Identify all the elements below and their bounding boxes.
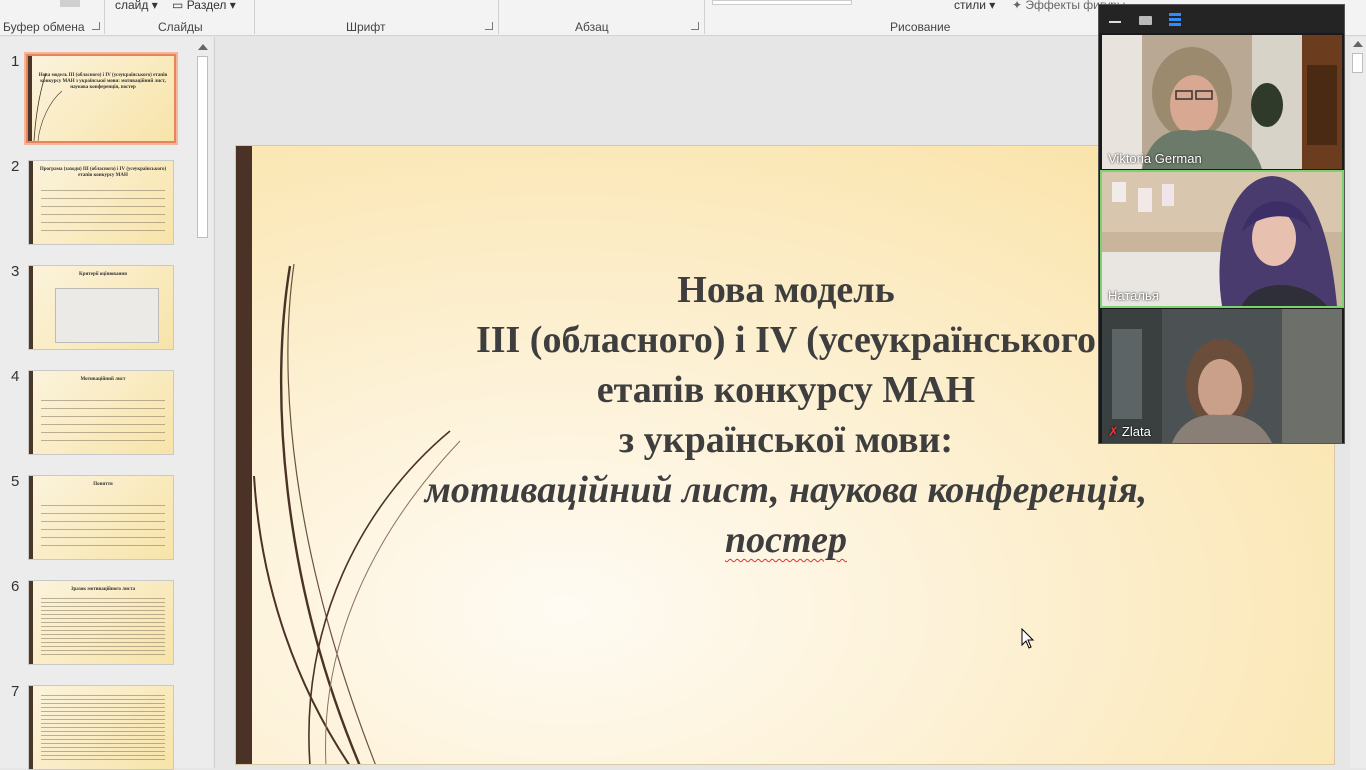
scrollbar-thumb[interactable] bbox=[197, 56, 208, 238]
slide-thumbnail-2[interactable]: Програма (заходи) ІІІ (обласного) і IV (… bbox=[28, 160, 174, 245]
scroll-up-icon[interactable] bbox=[1353, 41, 1363, 47]
slide-thumbnail-1[interactable]: Нова модель III (обласного) і IV (усеукр… bbox=[24, 52, 178, 145]
participant-name: Viktoria German bbox=[1108, 151, 1202, 166]
slide-subtitle-line-2: постер bbox=[356, 515, 1216, 565]
group-separator bbox=[498, 0, 499, 34]
participant-name-text: Zlata bbox=[1121, 424, 1151, 439]
thumbnail-bar bbox=[29, 266, 33, 349]
group-separator bbox=[104, 0, 105, 34]
spellcheck-word: постер bbox=[725, 519, 847, 561]
thumbnail-scrollbar[interactable] bbox=[195, 40, 211, 768]
participant-tile-1[interactable]: Viktoria German bbox=[1102, 35, 1342, 169]
ribbon-fragment bbox=[60, 0, 80, 7]
thumbnail-text-lines bbox=[41, 498, 165, 553]
thumbnail-bar bbox=[29, 686, 33, 769]
shapes-gallery[interactable] bbox=[712, 0, 852, 5]
thumbnail-text-lines bbox=[41, 393, 165, 448]
thumbnail-text-lines bbox=[41, 595, 165, 658]
group-separator bbox=[704, 0, 705, 34]
thumbnail-title: Мотиваційний лист bbox=[80, 377, 126, 382]
participant-tile-3[interactable]: ✗ Zlata bbox=[1102, 309, 1342, 443]
thumbnail-number: 5 bbox=[11, 473, 20, 490]
slide-thumbnail-4[interactable]: Мотиваційний лист bbox=[28, 370, 174, 455]
thumbnail-number: 6 bbox=[11, 578, 20, 595]
thumbnail-bar bbox=[29, 581, 33, 664]
group-label-drawing: Рисование bbox=[890, 20, 951, 34]
editor-scrollbar[interactable] bbox=[1350, 37, 1366, 768]
thumbnail-bar bbox=[29, 476, 33, 559]
thumbnail-bar bbox=[29, 161, 33, 244]
participant-name: Наталья bbox=[1108, 288, 1159, 303]
font-launcher-icon[interactable] bbox=[485, 22, 493, 30]
slide-title-line-1: Нова модель bbox=[677, 269, 895, 311]
paragraph-launcher-icon[interactable] bbox=[691, 22, 699, 30]
slide-thumbnail-7[interactable] bbox=[28, 685, 174, 770]
group-label-font: Шрифт bbox=[346, 20, 386, 34]
thumbnail-number: 4 bbox=[11, 368, 20, 385]
thumbnail-bar bbox=[29, 371, 33, 454]
group-separator bbox=[254, 0, 255, 34]
thumbnail-text-lines bbox=[41, 183, 165, 238]
thumbnail-number: 1 bbox=[11, 53, 20, 70]
minimize-icon[interactable] bbox=[1109, 21, 1121, 23]
group-label-slides: Слайды bbox=[158, 20, 203, 34]
thumbnail-title: Програма (заходи) ІІІ (обласного) і IV (… bbox=[39, 167, 167, 178]
thumbnail-text-lines bbox=[41, 692, 165, 763]
thumbnail-number: 3 bbox=[11, 263, 20, 280]
slide-thumbnail-6[interactable]: Зразок мотиваційного листа bbox=[28, 580, 174, 665]
group-label-clipboard: Буфер обмена bbox=[3, 20, 85, 34]
slide-thumbnail-5[interactable]: Поняття bbox=[28, 475, 174, 560]
scrollbar-thumb[interactable] bbox=[1352, 53, 1363, 73]
video-conference-panel[interactable]: Viktoria German Наталья ✗ Zlata bbox=[1098, 4, 1345, 444]
section-button[interactable]: ▭ Раздел ▾ bbox=[172, 0, 236, 12]
thumbnail-table bbox=[55, 288, 159, 343]
speaker-view-icon[interactable] bbox=[1169, 13, 1181, 26]
title-text: ІІІ (обласного) і IV (усеукраїнського bbox=[475, 319, 1097, 361]
thumbnail-title: Критерії оцінювання bbox=[79, 272, 127, 277]
slide-subtitle-line-1: мотиваційний лист, наукова конференція, bbox=[424, 469, 1148, 511]
participant-video bbox=[1102, 172, 1342, 306]
slide-thumbnail-3[interactable]: Критерії оцінювання bbox=[28, 265, 174, 350]
slide-title-line-4: з української мови: bbox=[618, 419, 954, 461]
slide-title-line-2: ІІІ (обласного) і IV (усеукраїнського bbox=[356, 315, 1216, 365]
participant-tile-2[interactable]: Наталья bbox=[1100, 170, 1344, 308]
effects-icon: ✦ bbox=[1012, 0, 1023, 12]
participant-name: ✗ Zlata bbox=[1106, 424, 1153, 440]
participant-video bbox=[1102, 35, 1342, 169]
thumbnail-swirl-decoration bbox=[33, 72, 63, 141]
slide-title-line-3: етапів конкурсу МАН bbox=[596, 369, 976, 411]
quick-styles-button[interactable]: стили ▾ bbox=[954, 0, 995, 12]
participant-video bbox=[1102, 309, 1342, 443]
mic-muted-icon: ✗ bbox=[1108, 424, 1119, 439]
gallery-view-icon[interactable] bbox=[1139, 16, 1152, 25]
new-slide-button[interactable]: слайд ▾ bbox=[115, 0, 158, 12]
mouse-cursor-icon bbox=[1021, 628, 1035, 649]
slide-thumbnail-pane[interactable]: 1 Нова модель III (обласного) і IV (усеу… bbox=[0, 37, 213, 770]
thumbnail-number: 2 bbox=[11, 158, 20, 175]
thumbnail-number: 7 bbox=[11, 683, 20, 700]
section-icon: ▭ bbox=[172, 0, 184, 12]
group-label-paragraph: Абзац bbox=[575, 20, 609, 34]
thumbnail-title: Поняття bbox=[93, 482, 113, 487]
clipboard-launcher-icon[interactable] bbox=[92, 22, 100, 30]
video-panel-toolbar bbox=[1099, 5, 1344, 33]
thumbnail-title: Зразок мотиваційного листа bbox=[70, 587, 136, 592]
scroll-up-icon[interactable] bbox=[198, 44, 208, 50]
